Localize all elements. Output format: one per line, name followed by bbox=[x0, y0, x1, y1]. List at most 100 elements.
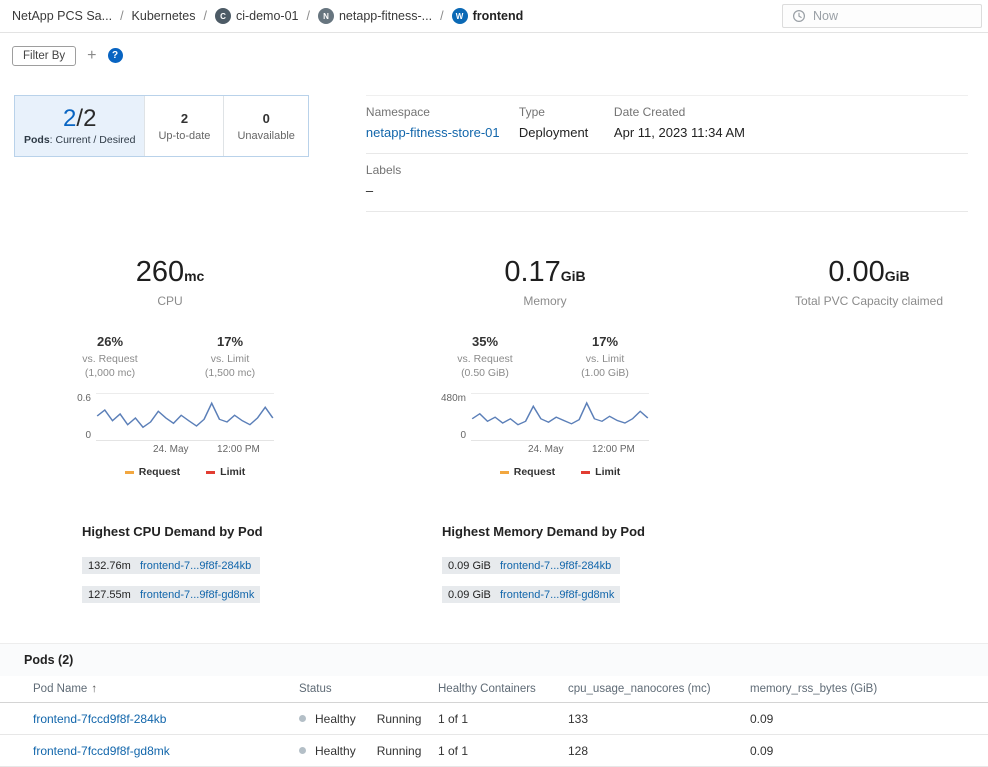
memory-chart-y-axis: 480m0 bbox=[441, 393, 471, 441]
pod-link[interactable]: frontend-7...9f8f-284kb bbox=[140, 560, 251, 572]
cpu-chart-legend: Request Limit bbox=[96, 466, 274, 478]
legend-request: Request bbox=[125, 466, 180, 478]
date-created-field: Date Created Apr 11, 2023 11:34 AM bbox=[614, 105, 755, 140]
legend-limit: Limit bbox=[206, 466, 245, 478]
up-to-date-label: Up-to-date bbox=[158, 130, 210, 142]
date-created-label: Date Created bbox=[614, 105, 745, 119]
request-dash-icon bbox=[125, 471, 134, 474]
legend-request: Request bbox=[500, 466, 555, 478]
breadcrumb-item-tenant[interactable]: NetApp PCS Sa... bbox=[12, 9, 112, 23]
column-healthy-containers[interactable]: Healthy Containers bbox=[438, 683, 568, 695]
breadcrumb-separator: / bbox=[440, 9, 443, 23]
pod-link[interactable]: frontend-7fccd9f8f-gd8mk bbox=[33, 744, 299, 758]
unavailable-value: 0 bbox=[263, 111, 270, 126]
cpu-demand-value: 127.55m bbox=[82, 589, 140, 601]
cpu-value: 260mc bbox=[136, 258, 205, 287]
help-icon[interactable]: ? bbox=[108, 48, 123, 63]
breadcrumb-item-namespace[interactable]: N netapp-fitness-... bbox=[318, 8, 432, 24]
cpu-usage-value: 128 bbox=[568, 744, 750, 758]
memory-demand-row: 0.09 GiB frontend-7...9f8f-284kb bbox=[442, 557, 620, 574]
healthy-dot-icon bbox=[299, 747, 306, 754]
status-text: Healthy bbox=[315, 712, 356, 726]
memory-demand-row: 0.09 GiB frontend-7...9f8f-gd8mk bbox=[442, 586, 620, 603]
breadcrumb-separator: / bbox=[203, 9, 206, 23]
breadcrumb-item-workload: W frontend bbox=[452, 8, 524, 24]
cpu-vs-limit: 17% vs. Limit(1,500 mc) bbox=[187, 334, 273, 380]
cpu-chart-x-axis: 24. May 12:00 PM bbox=[96, 444, 274, 459]
labels-label: Labels bbox=[366, 163, 401, 177]
pods-up-to-date-tile[interactable]: 2 Up-to-date bbox=[144, 96, 223, 156]
column-pod-name[interactable]: Pod Name↑ bbox=[33, 683, 299, 695]
status-cell: Healthy Running bbox=[299, 744, 438, 758]
breadcrumb: NetApp PCS Sa... / Kubernetes / C ci-dem… bbox=[12, 8, 523, 24]
top-bar: NetApp PCS Sa... / Kubernetes / C ci-dem… bbox=[0, 0, 988, 33]
pods-unavailable-tile[interactable]: 0 Unavailable bbox=[223, 96, 307, 156]
column-cpu-usage[interactable]: cpu_usage_nanocores (mc) bbox=[568, 683, 750, 695]
main-content: 2/2 Pods: Current / Desired 2 Up-to-date… bbox=[0, 95, 988, 767]
memory-demand-value: 0.09 GiB bbox=[442, 589, 500, 601]
demand-section: Highest CPU Demand by Pod 132.76m fronte… bbox=[0, 524, 988, 615]
labels-value: – bbox=[366, 183, 401, 198]
breadcrumb-item-cluster-label: ci-demo-01 bbox=[236, 9, 299, 23]
pod-link[interactable]: frontend-7...9f8f-284kb bbox=[500, 560, 611, 572]
details-row-2: Labels – bbox=[366, 154, 968, 212]
pods-section: Pods (2) Pod Name↑ Status Healthy Contai… bbox=[0, 643, 988, 767]
phase-text: Running bbox=[377, 712, 422, 726]
namespace-field: Namespace netapp-fitness-store-01 bbox=[366, 105, 519, 140]
pvc-label: Total PVC Capacity claimed bbox=[795, 294, 943, 308]
limit-dash-icon bbox=[206, 471, 215, 474]
cpu-comparison: 26% vs. Request(1,000 mc) 17% vs. Limit(… bbox=[67, 334, 273, 380]
breadcrumb-item-kubernetes[interactable]: Kubernetes bbox=[132, 9, 196, 23]
memory-value: 0.17GiB bbox=[504, 258, 585, 287]
cpu-chart-y-axis: 0.60 bbox=[66, 393, 96, 441]
pods-current-desired-tile[interactable]: 2/2 Pods: Current / Desired bbox=[15, 96, 144, 156]
page-title: frontend bbox=[473, 9, 524, 23]
cpu-label: CPU bbox=[157, 294, 182, 308]
namespace-label: Namespace bbox=[366, 105, 509, 119]
table-row: frontend-7fccd9f8f-gd8mk Healthy Running… bbox=[0, 735, 988, 767]
namespace-icon: N bbox=[318, 8, 334, 24]
pod-link[interactable]: frontend-7...9f8f-gd8mk bbox=[500, 589, 614, 601]
labels-field: Labels – bbox=[366, 163, 411, 198]
breadcrumb-separator: / bbox=[120, 9, 123, 23]
workload-icon: W bbox=[452, 8, 468, 24]
memory-rss-value: 0.09 bbox=[750, 744, 988, 758]
cpu-chart: 0.60 24. May 12:00 PM Request bbox=[66, 393, 274, 478]
cpu-vs-request: 26% vs. Request(1,000 mc) bbox=[67, 334, 153, 380]
memory-demand-title: Highest Memory Demand by Pod bbox=[442, 524, 802, 539]
filter-toolbar: Filter By + ? bbox=[0, 33, 988, 67]
column-memory-rss[interactable]: memory_rss_bytes (GiB) bbox=[750, 683, 988, 695]
add-filter-icon[interactable]: + bbox=[87, 48, 96, 64]
date-created-value: Apr 11, 2023 11:34 AM bbox=[614, 125, 745, 140]
memory-usage-sparkline bbox=[471, 394, 649, 440]
type-field: Type Deployment bbox=[519, 105, 614, 140]
pods-table: Pod Name↑ Status Healthy Containers cpu_… bbox=[0, 676, 988, 767]
pvc-metric-column: 0.00GiB Total PVC Capacity claimed bbox=[750, 258, 988, 478]
memory-label: Memory bbox=[523, 294, 566, 308]
limit-dash-icon bbox=[581, 471, 590, 474]
breadcrumb-item-cluster[interactable]: C ci-demo-01 bbox=[215, 8, 299, 24]
filter-by-button[interactable]: Filter By bbox=[12, 46, 76, 66]
unavailable-label: Unavailable bbox=[237, 130, 294, 142]
sort-asc-icon[interactable]: ↑ bbox=[91, 683, 97, 695]
type-value: Deployment bbox=[519, 125, 604, 140]
cluster-icon: C bbox=[215, 8, 231, 24]
cpu-usage-value: 133 bbox=[568, 712, 750, 726]
pvc-value: 0.00GiB bbox=[828, 258, 909, 287]
pod-link[interactable]: frontend-7...9f8f-gd8mk bbox=[140, 589, 254, 601]
namespace-link[interactable]: netapp-fitness-store-01 bbox=[366, 125, 509, 140]
legend-limit: Limit bbox=[581, 466, 620, 478]
pods-count-caption: Pods: Current / Desired bbox=[24, 134, 135, 146]
cpu-metric-column: 260mc CPU 26% vs. Request(1,000 mc) 17% … bbox=[0, 258, 340, 478]
column-status[interactable]: Status bbox=[299, 683, 438, 695]
memory-comparison: 35% vs. Request(0.50 GiB) 17% vs. Limit(… bbox=[442, 334, 648, 380]
type-label: Type bbox=[519, 105, 604, 119]
phase-text: Running bbox=[377, 744, 422, 758]
time-range-selector[interactable]: Now bbox=[782, 4, 982, 28]
pod-link[interactable]: frontend-7fccd9f8f-284kb bbox=[33, 712, 299, 726]
request-dash-icon bbox=[500, 471, 509, 474]
memory-demand-value: 0.09 GiB bbox=[442, 560, 500, 572]
summary-section: 2/2 Pods: Current / Desired 2 Up-to-date… bbox=[14, 95, 968, 212]
healthy-dot-icon bbox=[299, 715, 306, 722]
pods-count: 2/2 bbox=[63, 106, 96, 131]
